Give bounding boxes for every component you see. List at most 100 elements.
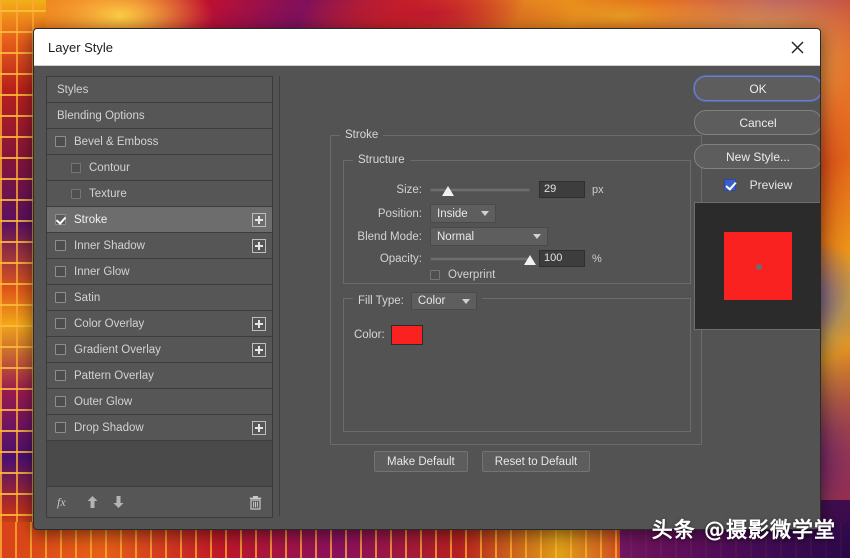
arrow-down-icon[interactable] bbox=[112, 495, 125, 509]
sidebar-item-label: Pattern Overlay bbox=[74, 369, 154, 382]
sidebar-footer-toolbar: fx bbox=[47, 486, 272, 517]
ok-button[interactable]: OK bbox=[694, 76, 820, 101]
overprint-checkbox[interactable] bbox=[430, 270, 440, 280]
sidebar-item-satin[interactable]: Satin bbox=[47, 285, 272, 311]
effect-checkbox[interactable] bbox=[55, 136, 66, 147]
preview-thumbnail-center-dot bbox=[756, 264, 762, 270]
make-default-button[interactable]: Make Default bbox=[374, 451, 468, 472]
sidebar-item-label: Inner Glow bbox=[74, 265, 130, 278]
opacity-input[interactable]: 100 bbox=[539, 250, 585, 267]
fill-type-value: Color bbox=[417, 295, 446, 307]
sidebar-item-color-overlay[interactable]: Color Overlay bbox=[47, 311, 272, 337]
sidebar-item-blending-options[interactable]: Blending Options bbox=[47, 103, 272, 129]
sidebar-item-label: Contour bbox=[89, 161, 130, 174]
sidebar-item-pattern-overlay[interactable]: Pattern Overlay bbox=[47, 363, 272, 389]
sidebar-item-label: Gradient Overlay bbox=[74, 343, 161, 356]
sidebar-item-gradient-overlay[interactable]: Gradient Overlay bbox=[47, 337, 272, 363]
size-label: Size: bbox=[396, 183, 422, 196]
fill-type-label: Fill Type: bbox=[358, 295, 404, 307]
stroke-settings-panel: Stroke Structure Size: 29 px Position: I… bbox=[286, 76, 702, 516]
arrow-up-icon[interactable] bbox=[86, 495, 99, 509]
size-unit: px bbox=[592, 183, 604, 196]
structure-fieldset: Structure Size: 29 px Position: Inside B… bbox=[343, 154, 691, 284]
structure-legend: Structure bbox=[353, 154, 410, 166]
effect-checkbox[interactable] bbox=[55, 396, 66, 407]
dialog-action-column: OK Cancel New Style... Preview bbox=[694, 76, 820, 330]
color-swatch[interactable] bbox=[390, 325, 423, 345]
size-input[interactable]: 29 bbox=[539, 181, 585, 198]
position-value: Inside bbox=[437, 207, 468, 220]
overprint-row[interactable]: Overprint bbox=[430, 269, 495, 281]
effect-checkbox[interactable] bbox=[55, 266, 66, 277]
effect-checkbox[interactable] bbox=[71, 188, 81, 199]
effect-checkbox[interactable] bbox=[55, 240, 66, 251]
effect-checkbox[interactable] bbox=[55, 214, 66, 225]
fill-type-fieldset: Fill Type: Color Color: bbox=[343, 292, 691, 432]
position-select[interactable]: Inside bbox=[430, 204, 496, 223]
size-slider-thumb[interactable] bbox=[442, 185, 454, 196]
color-label: Color: bbox=[354, 329, 385, 341]
sidebar-item-label: Outer Glow bbox=[74, 395, 133, 408]
sidebar-item-contour[interactable]: Contour bbox=[47, 155, 272, 181]
sidebar-item-texture[interactable]: Texture bbox=[47, 181, 272, 207]
layer-style-dialog: Layer Style Styles Blending Options Bevel … bbox=[33, 28, 821, 530]
overprint-label: Overprint bbox=[448, 269, 496, 281]
sidebar-item-bevel-emboss[interactable]: Bevel & Emboss bbox=[47, 129, 272, 155]
sidebar-item-label: Bevel & Emboss bbox=[74, 135, 159, 148]
effect-checkbox[interactable] bbox=[55, 292, 66, 303]
trash-icon[interactable] bbox=[249, 495, 262, 510]
blend-mode-row: Blend Mode: Normal bbox=[352, 227, 548, 246]
effect-checkbox[interactable] bbox=[55, 370, 66, 381]
opacity-row: Opacity: 100 % bbox=[352, 250, 602, 267]
position-label: Position: bbox=[377, 207, 422, 220]
blend-mode-select[interactable]: Normal bbox=[430, 227, 548, 246]
opacity-slider-track bbox=[430, 256, 530, 261]
sidebar-item-label: Texture bbox=[89, 187, 127, 200]
preview-label: Preview bbox=[749, 178, 793, 192]
sidebar-item-stroke[interactable]: Stroke bbox=[47, 207, 272, 233]
sidebar-item-label: Color Overlay bbox=[74, 317, 145, 330]
size-slider[interactable] bbox=[430, 183, 530, 197]
new-style-button[interactable]: New Style... bbox=[694, 144, 820, 169]
fill-type-select[interactable]: Color bbox=[410, 292, 477, 310]
opacity-slider-thumb[interactable] bbox=[524, 254, 536, 265]
styles-sidebar: Styles Blending Options Bevel & Emboss Cont… bbox=[46, 76, 273, 518]
effect-checkbox[interactable] bbox=[55, 344, 66, 355]
sidebar-item-label: Stroke bbox=[74, 213, 108, 226]
add-effect-plus-icon[interactable] bbox=[252, 420, 266, 435]
preview-toggle[interactable]: Preview bbox=[694, 178, 820, 192]
add-effect-plus-icon[interactable] bbox=[252, 212, 266, 227]
effect-checkbox[interactable] bbox=[55, 422, 66, 433]
fx-icon[interactable]: fx bbox=[57, 495, 73, 509]
dialog-titlebar: Layer Style bbox=[34, 29, 820, 66]
opacity-slider[interactable] bbox=[430, 252, 536, 266]
blend-mode-value: Normal bbox=[437, 230, 475, 243]
opacity-label: Opacity: bbox=[379, 252, 422, 265]
sidebar-item-label: Inner Shadow bbox=[74, 239, 145, 252]
reset-to-default-button[interactable]: Reset to Default bbox=[481, 451, 591, 472]
sidebar-item-inner-glow[interactable]: Inner Glow bbox=[47, 259, 272, 285]
sidebar-item-label: Styles bbox=[57, 83, 89, 96]
preview-checkbox[interactable] bbox=[723, 179, 736, 191]
cancel-button[interactable]: Cancel bbox=[694, 110, 820, 135]
effect-checkbox[interactable] bbox=[71, 162, 81, 173]
add-effect-plus-icon[interactable] bbox=[252, 316, 266, 331]
stroke-fieldset: Stroke Structure Size: 29 px Position: I… bbox=[330, 129, 702, 445]
sidebar-item-outer-glow[interactable]: Outer Glow bbox=[47, 389, 272, 415]
chevron-down-icon bbox=[533, 234, 541, 239]
default-buttons-group: Make Default Reset to Default bbox=[374, 451, 591, 472]
sidebar-item-label: Blending Options bbox=[57, 109, 145, 122]
sidebar-item-drop-shadow[interactable]: Drop Shadow bbox=[47, 415, 272, 441]
effect-checkbox[interactable] bbox=[55, 318, 66, 329]
sidebar-item-inner-shadow[interactable]: Inner Shadow bbox=[47, 233, 272, 259]
chevron-down-icon bbox=[481, 211, 489, 216]
color-row: Color: bbox=[354, 325, 423, 345]
stroke-legend: Stroke bbox=[340, 129, 384, 141]
sidebar-item-styles[interactable]: Styles bbox=[47, 77, 272, 103]
screenshot-root: 头条 @摄影微学堂 Layer Style Styles Blending Opt… bbox=[0, 0, 850, 558]
preview-thumbnail bbox=[694, 202, 820, 330]
opacity-unit: % bbox=[592, 252, 602, 265]
close-icon[interactable] bbox=[774, 29, 820, 65]
add-effect-plus-icon[interactable] bbox=[252, 342, 266, 357]
add-effect-plus-icon[interactable] bbox=[252, 238, 266, 253]
